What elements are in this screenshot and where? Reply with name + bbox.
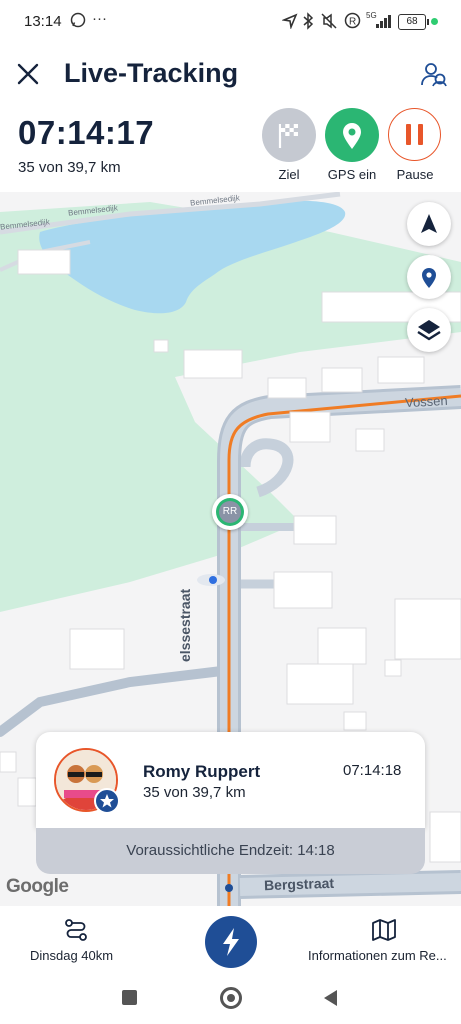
participant-card[interactable]: Romy Ruppert 35 von 39,7 km 07:14:18 Vor… — [36, 732, 425, 876]
mute-icon — [321, 13, 337, 29]
pause-label: Pause — [396, 167, 434, 182]
route-icon — [65, 919, 87, 941]
participant-time: 07:14:18 — [343, 762, 402, 779]
home-icon[interactable] — [220, 987, 242, 1009]
participant-name: Romy Ruppert — [143, 762, 261, 781]
participant-map-marker[interactable]: RR — [212, 494, 248, 530]
pause-icon — [406, 124, 423, 145]
status-time: 13:14 — [24, 13, 62, 30]
pause-button[interactable] — [388, 108, 441, 161]
bluetooth-icon — [303, 12, 314, 30]
star-badge-icon — [94, 788, 120, 814]
info-tab[interactable]: Informationen zum Re... — [306, 914, 461, 974]
distance-progress: 35 von 39,7 km — [18, 159, 121, 176]
page-title: Live-Tracking — [64, 58, 239, 88]
marker-initials: RR — [219, 501, 241, 523]
route-tab-label: Dinsdag 40km — [30, 948, 114, 963]
gps-toggle-button[interactable] — [325, 108, 379, 162]
bottom-navigation: Dinsdag 40km Informationen zum Re... — [0, 906, 461, 978]
locate-button[interactable] — [407, 255, 451, 299]
info-tab-label: Informationen zum Re... — [308, 948, 447, 963]
back-icon[interactable] — [321, 988, 339, 1008]
eta-bar: Voraussichtliche Endzeit: 14:18 — [36, 828, 425, 874]
recents-icon[interactable] — [122, 990, 137, 1005]
registered-icon: R — [344, 12, 361, 29]
tracking-header: Live-Tracking 07:14:17 35 von 39,7 km Zi… — [0, 44, 461, 192]
layers-icon — [417, 320, 441, 341]
participants-icon[interactable] — [420, 60, 448, 88]
compass-button[interactable] — [407, 202, 451, 246]
elapsed-time: 07:14:17 — [18, 114, 155, 151]
street-label-vossen: Vossen — [404, 392, 449, 411]
battery-indicator: 68 — [398, 14, 429, 30]
system-navigation-bar — [0, 978, 461, 1024]
map-pin-icon — [343, 123, 361, 149]
checkered-flag-icon — [278, 124, 298, 148]
street-label-vertical: elssestraat — [177, 588, 193, 662]
signal-icon — [376, 15, 391, 28]
location-arrow-icon — [282, 13, 298, 29]
street-label-berg: Bergstraat — [263, 874, 335, 894]
route-tab[interactable]: Dinsdag 40km — [20, 914, 135, 974]
layers-button[interactable] — [407, 308, 451, 352]
participant-progress: 35 von 39,7 km — [143, 784, 246, 801]
map-icon — [372, 919, 396, 941]
overflow-dots: ··· — [92, 10, 107, 27]
svg-text:R: R — [349, 17, 356, 28]
location-pin-icon — [422, 268, 436, 288]
google-attribution: Google — [6, 876, 69, 897]
privacy-dot — [431, 18, 438, 25]
eta-text: Voraussichtliche Endzeit: 14:18 — [126, 842, 335, 859]
goal-button[interactable] — [262, 108, 316, 162]
participant-card-main: Romy Ruppert 35 von 39,7 km 07:14:18 — [36, 732, 425, 828]
navigation-arrow-icon — [421, 214, 437, 233]
close-icon[interactable] — [16, 62, 40, 86]
whatsapp-icon — [70, 12, 86, 28]
lightning-icon — [223, 928, 239, 956]
status-bar: 13:14 ··· R 5G 68 — [0, 0, 461, 44]
quick-action-button[interactable] — [205, 916, 257, 968]
